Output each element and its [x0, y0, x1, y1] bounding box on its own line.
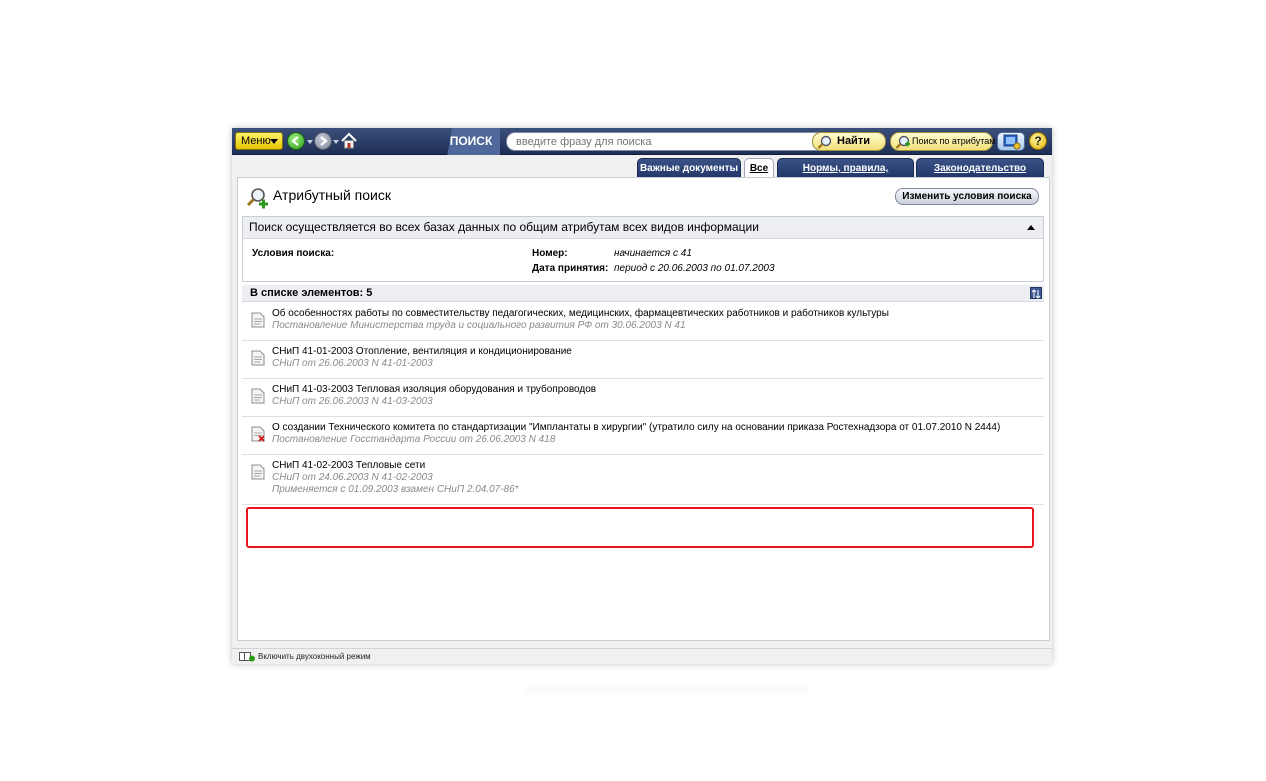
- list-item-subtitle: Постановление Министерства труда и социа…: [272, 320, 686, 331]
- attribute-search-title-icon: [246, 188, 268, 209]
- find-button[interactable]: Найти: [812, 132, 886, 151]
- arrow-right-icon: [320, 136, 328, 146]
- list-item[interactable]: Об особенностях работы по совместительст…: [242, 303, 1044, 341]
- list-item-subtitle: СНиП от 26.06.2003 N 41-01-2003: [272, 358, 433, 369]
- dual-window-icon[interactable]: [239, 652, 255, 662]
- document-icon: [251, 388, 265, 404]
- attribute-search-button-label: Поиск по атрибутам: [912, 136, 996, 146]
- results-list: Об особенностях работы по совместительст…: [242, 303, 1044, 505]
- sort-icon[interactable]: [1030, 287, 1042, 299]
- highlight-frame: [246, 507, 1034, 548]
- chevron-down-icon: [270, 139, 278, 144]
- monitor-icon: [1003, 134, 1021, 150]
- main-toolbar: Меню ПОИСК Найти: [232, 128, 1052, 155]
- help-button[interactable]: ?: [1029, 132, 1047, 150]
- list-item[interactable]: О создании Технического комитета по стан…: [242, 417, 1044, 455]
- section-label: ПОИСК: [442, 128, 500, 155]
- attribute-name-number: Номер:: [532, 248, 568, 259]
- search-info-header-text: Поиск осуществляется во всех базах данны…: [249, 220, 759, 234]
- search-icon: [817, 135, 832, 149]
- forward-button[interactable]: [314, 132, 332, 150]
- tab-norms-standards[interactable]: Нормы, правила, стандарты: [777, 158, 914, 193]
- sort-arrows-icon: [1031, 289, 1041, 299]
- back-button[interactable]: [287, 132, 305, 150]
- list-item-subtitle: СНиП от 26.06.2003 N 41-03-2003: [272, 396, 433, 407]
- document-icon: [251, 312, 265, 328]
- tab-label: Важные документы: [639, 163, 739, 174]
- status-bar: Включить двухоконный режим: [232, 648, 1052, 664]
- bottom-strip: [525, 686, 809, 694]
- dual-mode-toggle[interactable]: Включить двухоконный режим: [258, 652, 371, 661]
- results-count: В списке элементов: 5: [250, 287, 373, 299]
- collapse-icon[interactable]: [1027, 225, 1035, 230]
- menu-button[interactable]: Меню: [235, 132, 283, 150]
- change-search-conditions-button[interactable]: Изменить условия поиска: [895, 188, 1039, 205]
- content-panel: Атрибутный поиск Изменить условия поиска…: [237, 177, 1050, 641]
- view-mode-button[interactable]: [997, 132, 1025, 151]
- app-window: Меню ПОИСК Найти: [232, 128, 1052, 664]
- search-info-box: Поиск осуществляется во всех базах данны…: [242, 216, 1044, 282]
- tab-strip: Важные документы Все Нормы, правила, ста…: [232, 155, 1052, 193]
- tab-label: Все: [749, 163, 769, 174]
- list-item-title[interactable]: СНиП 41-01-2003 Отопление, вентиляция и …: [272, 346, 572, 357]
- list-item[interactable]: СНиП 41-01-2003 Отопление, вентиляция и …: [242, 341, 1044, 379]
- list-item-extra: Применяется с 01.09.2003 взамен СНиП 2.0…: [272, 484, 519, 495]
- list-item[interactable]: СНиП 41-02-2003 Тепловые сети СНиП от 24…: [242, 455, 1044, 505]
- attribute-name-date: Дата принятия:: [532, 263, 609, 274]
- search-conditions-label: Условия поиска:: [252, 248, 335, 259]
- list-item-subtitle: Постановление Госстандарта России от 26.…: [272, 434, 556, 445]
- home-icon: [341, 132, 357, 149]
- attribute-value-number: начинается с 41: [614, 248, 692, 259]
- revoked-document-icon: [251, 426, 265, 442]
- results-list-header: В списке элементов: 5: [242, 285, 1044, 302]
- tab-all[interactable]: Все: [744, 158, 774, 177]
- list-item-title[interactable]: Об особенностях работы по совместительст…: [272, 308, 889, 319]
- list-item-title[interactable]: СНиП 41-03-2003 Тепловая изоляция оборуд…: [272, 384, 596, 395]
- document-icon: [251, 350, 265, 366]
- attribute-search-icon: [895, 135, 910, 149]
- list-item[interactable]: СНиП 41-03-2003 Тепловая изоляция оборуд…: [242, 379, 1044, 417]
- tab-important-documents[interactable]: Важные документы: [637, 158, 741, 177]
- tab-legislation-russia[interactable]: Законодательство России: [916, 158, 1044, 193]
- menu-button-label: Меню: [241, 135, 271, 147]
- question-icon: ?: [1034, 134, 1042, 148]
- back-history-dropdown-icon[interactable]: [307, 140, 313, 144]
- attribute-search-button[interactable]: Поиск по атрибутам: [890, 132, 996, 151]
- list-item-subtitle: СНиП от 24.06.2003 N 41-02-2003: [272, 472, 433, 483]
- page-title: Атрибутный поиск: [273, 187, 391, 203]
- search-info-header[interactable]: Поиск осуществляется во всех базах данны…: [243, 217, 1043, 239]
- attribute-value-date: период с 20.06.2003 по 01.07.2003: [614, 263, 775, 274]
- list-item-title[interactable]: О создании Технического комитета по стан…: [272, 422, 1000, 433]
- home-button[interactable]: [340, 132, 358, 150]
- find-button-label: Найти: [837, 135, 870, 147]
- document-icon: [251, 464, 265, 480]
- list-item-title[interactable]: СНиП 41-02-2003 Тепловые сети: [272, 460, 425, 471]
- arrow-left-icon: [291, 136, 299, 146]
- forward-history-dropdown-icon[interactable]: [333, 140, 339, 144]
